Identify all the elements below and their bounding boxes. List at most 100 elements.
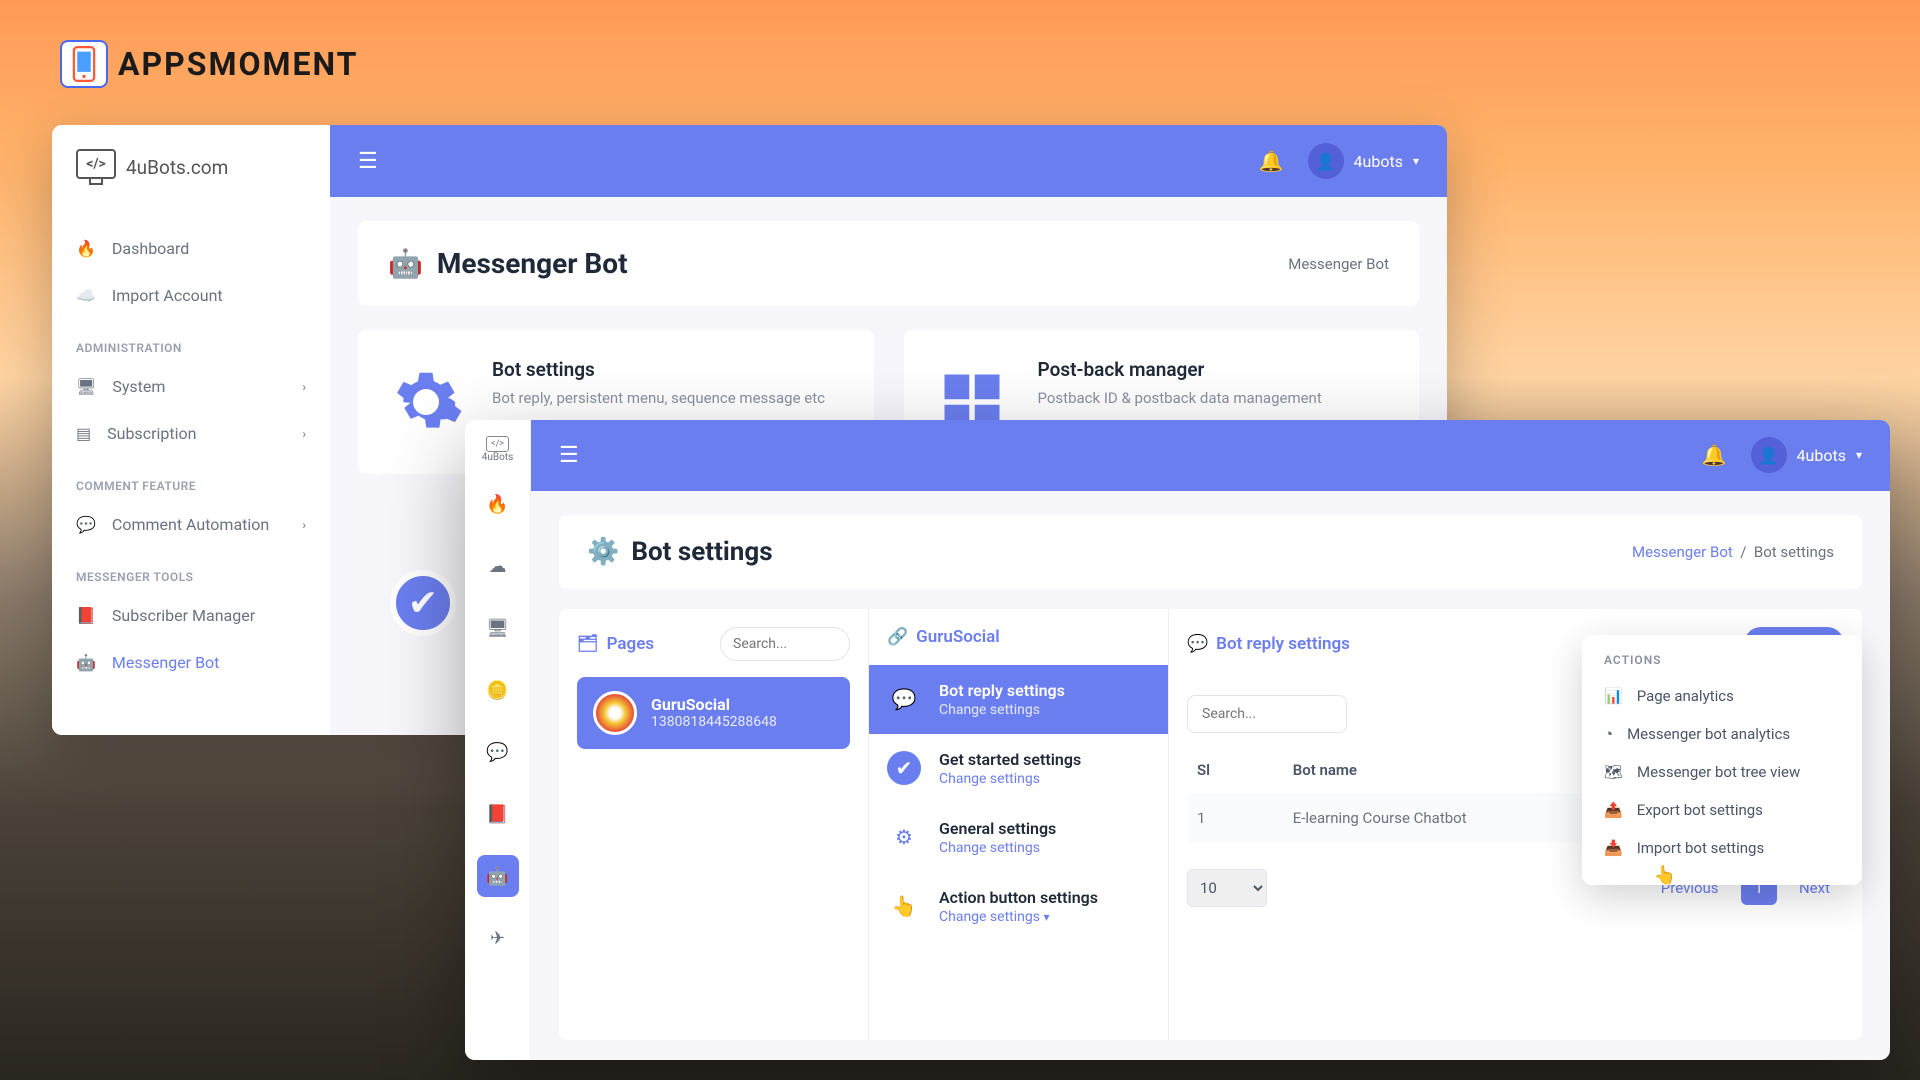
topbar: ☰ 🔔 👤 4ubots ▾ [531,420,1890,491]
brand-text: APPSMOMENT [118,45,359,83]
action-bot-analytics[interactable]: ◔Messenger bot analytics [1582,715,1862,753]
breadcrumb-parent[interactable]: Messenger Bot [1632,543,1733,561]
breadcrumb: Messenger Bot / Bot settings [1632,543,1834,561]
rail-item-messenger-bot[interactable]: 🤖 [477,855,519,897]
setting-item-general[interactable]: ⚙ General settings Change settings [869,803,1168,872]
desktop-icon: 🖥 [486,618,509,639]
paper-plane-icon: ✈ [490,928,505,949]
table-cell-sl: 1 [1187,793,1283,843]
page-size-select[interactable]: 10 [1187,869,1267,907]
comments-icon: 💬 [486,742,508,763]
card-title: Bot settings [492,358,825,381]
action-page-analytics[interactable]: 📊Page analytics [1582,677,1862,715]
action-export-settings[interactable]: 📤Export bot settings [1582,791,1862,829]
sidebar-item-label: Subscriber Manager [112,606,255,625]
sidebar-item-label: Import Account [112,286,223,305]
setting-title: Action button settings [939,888,1098,907]
rail-item-subscriber[interactable]: 📕 [477,793,519,835]
table-header-sl[interactable]: Sl [1187,747,1283,793]
page-icon: 🗂 [577,634,599,654]
rail-item-dashboard[interactable]: 🔥 [477,483,519,525]
setting-item-get-started[interactable]: ✔ Get started settings Change settings [869,734,1168,803]
card-desc: Bot reply, persistent menu, sequence mes… [492,389,825,407]
hamburger-icon[interactable]: ☰ [559,443,579,468]
bot-reply-column: 💬 Bot reply settings Options▾ Sl Bot nam… [1169,609,1862,1040]
link-icon: 🔗 [887,627,908,647]
flame-icon: 🔥 [76,239,96,258]
rail-item-broadcast[interactable]: ✈ [477,917,519,959]
chat-icon: 💬 [887,682,921,716]
hamburger-icon[interactable]: ☰ [358,149,378,174]
sidebar-item-label: Comment Automation [112,515,269,534]
icon-rail: </> 4uBots 🔥 ☁ 🖥 🪙 💬 📕 🤖 ✈ [465,420,531,1060]
sidebar-item-messenger-bot[interactable]: 🤖 Messenger Bot [52,639,330,686]
sidebar-item-subscriber-manager[interactable]: 📕 Subscriber Manager [52,592,330,639]
sidebar-logo: </> 4uBots.com [52,149,330,185]
gear-icon: ⚙ [887,820,921,854]
sidebar-site-name: 4uBots.com [126,156,228,179]
appsmoment-brand: APPSMOMENT [60,40,359,88]
pages-title: 🗂 Pages [577,634,654,654]
cloud-icon: ☁ [489,556,507,577]
coins-icon: 🪙 [486,680,508,701]
action-import-settings[interactable]: 📥Import bot settings [1582,829,1862,867]
sidebar-item-system[interactable]: 🖥 System › [52,363,330,410]
card-desc: Postback ID & postback data management [1038,389,1322,407]
rail-item-import[interactable]: ☁ [477,545,519,587]
setting-title: Bot reply settings [939,681,1065,700]
bot-search-input[interactable] [1187,695,1347,733]
sidebar-item-subscription[interactable]: ▤ Subscription › [52,410,330,457]
setting-title: Get started settings [939,750,1081,769]
chevron-down-icon: ▾ [1043,910,1049,924]
setting-item-action-button[interactable]: 👆 Action button settings Change settings… [869,872,1168,941]
page-item-gurusocial[interactable]: GuruSocial 1380818445288648 [577,677,850,749]
check-badge-icon: ✔ [390,570,456,636]
chevron-right-icon: › [302,518,306,532]
address-book-icon: 📕 [76,606,96,625]
actions-dropdown: ACTIONS 📊Page analytics ◔Messenger bot a… [1582,635,1862,885]
cloud-icon: ☁️ [76,286,96,305]
comments-icon: 💬 [76,515,96,534]
robot-icon: 🤖 [486,866,508,887]
avatar-icon: 👤 [1751,437,1787,473]
sidebar-section-comment: COMMENT FEATURE [52,471,330,501]
sidebar-item-import-account[interactable]: ☁️ Import Account [52,272,330,319]
pie-chart-icon: ◔ [1604,725,1613,743]
user-name: 4ubots [1797,446,1846,465]
flame-icon: 🔥 [486,494,508,515]
setting-sub: Change settings [939,702,1065,718]
page-header: 🤖 Messenger Bot Messenger Bot [358,221,1419,306]
user-name: 4ubots [1354,152,1403,171]
setting-sub: Change settings [939,771,1081,787]
chevron-right-icon: › [302,380,306,394]
appsmoment-logo-icon [60,40,108,88]
robot-icon: 🤖 [76,653,96,672]
chat-icon: 💬 [1187,634,1208,654]
page-title: ⚙️ Bot settings [587,537,773,567]
user-menu[interactable]: 👤 4ubots ▾ [1308,143,1419,179]
pages-column: 🗂 Pages GuruSocial 1380818445288648 [559,609,869,1040]
topbar: ☰ 🔔 👤 4ubots ▾ [330,125,1447,197]
sidebar: </> 4uBots.com 🔥 Dashboard ☁️ Import Acc… [52,125,330,735]
setting-item-bot-reply[interactable]: 💬 Bot reply settings Change settings [869,665,1168,734]
bot-settings-window: </> 4uBots 🔥 ☁ 🖥 🪙 💬 📕 🤖 ✈ ☰ 🔔 👤 4ubots … [465,420,1890,1060]
setting-sub: Change settings ▾ [939,909,1098,925]
page-id: 1380818445288648 [651,714,777,730]
bell-icon[interactable]: 🔔 [1259,149,1284,173]
rail-item-system[interactable]: 🖥 [477,607,519,649]
action-bot-tree-view[interactable]: 🗺Messenger bot tree view [1582,753,1862,791]
user-menu[interactable]: 👤 4ubots ▾ [1751,437,1862,473]
bot-reply-title: 💬 Bot reply settings [1187,634,1350,654]
setting-title: General settings [939,819,1056,838]
sidebar-item-dashboard[interactable]: 🔥 Dashboard [52,225,330,272]
rail-item-subscription[interactable]: 🪙 [477,669,519,711]
chevron-right-icon: › [302,427,306,441]
sidebar-item-comment-automation[interactable]: 💬 Comment Automation › [52,501,330,548]
avatar-icon: 👤 [1308,143,1344,179]
breadcrumb-current: Bot settings [1754,543,1834,561]
layers-icon: ▤ [76,424,91,443]
rail-item-comment[interactable]: 💬 [477,731,519,773]
pages-search-input[interactable] [720,627,850,661]
bell-icon[interactable]: 🔔 [1702,443,1727,467]
sitemap-icon: 🗺 [1604,763,1623,781]
